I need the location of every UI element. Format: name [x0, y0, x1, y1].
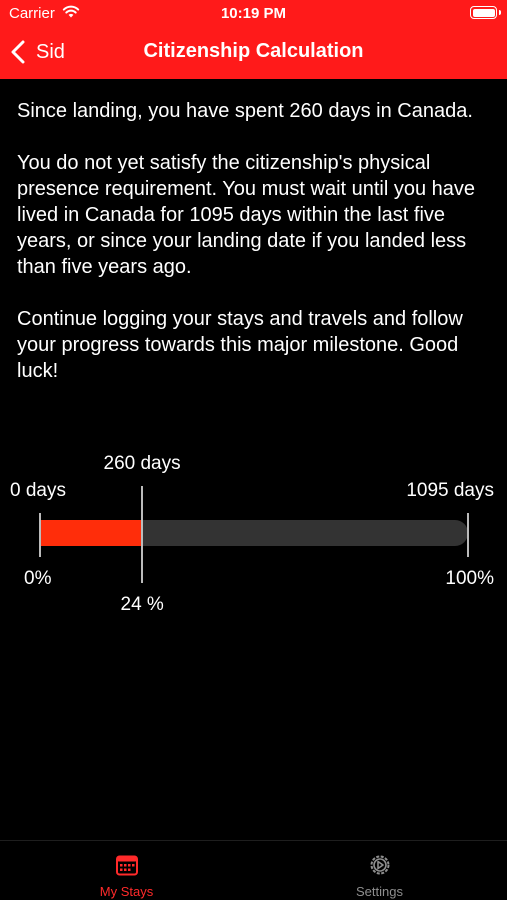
progress-fill [40, 520, 142, 546]
current-tick [141, 486, 143, 583]
current-days-label: 260 days [103, 453, 181, 474]
tab-settings[interactable]: Settings [253, 841, 506, 900]
progress-section: 260 days 0 days 1095 days 0% 100% 24 % [0, 440, 507, 620]
start-days-label: 0 days [10, 480, 66, 501]
progress-track [40, 520, 468, 546]
status-bar: Carrier 10:19 PM [0, 0, 507, 28]
page-title: Citizenship Calculation [143, 40, 364, 62]
end-tick [467, 513, 469, 557]
end-percent-label: 100% [445, 568, 494, 589]
navigation-bar: Sid Citizenship Calculation [0, 28, 507, 79]
calendar-icon [115, 853, 139, 877]
start-tick [39, 513, 41, 557]
tab-my-stays[interactable]: My Stays [0, 841, 253, 900]
explanation-text: Since landing, you have spent 260 days i… [17, 98, 492, 410]
battery-icon [470, 6, 501, 19]
tab-bar: My Stays Settings [0, 840, 507, 900]
end-days-label: 1095 days [406, 480, 494, 501]
paragraph-days-spent: Since landing, you have spent 260 days i… [17, 100, 473, 122]
clock: 10:19 PM [220, 5, 287, 22]
current-percent-label: 24 % [120, 594, 164, 615]
tab-settings-label: Settings [356, 884, 403, 899]
paragraph-requirement: You do not yet satisfy the citizenship's… [17, 152, 476, 278]
gear-icon [368, 853, 392, 877]
tab-my-stays-label: My Stays [99, 884, 154, 899]
paragraph-encouragement: Continue logging your stays and travels … [17, 308, 463, 382]
start-percent-label: 0% [24, 568, 52, 589]
header: Carrier 10:19 PM Sid Citizenship Calcula… [0, 0, 507, 79]
